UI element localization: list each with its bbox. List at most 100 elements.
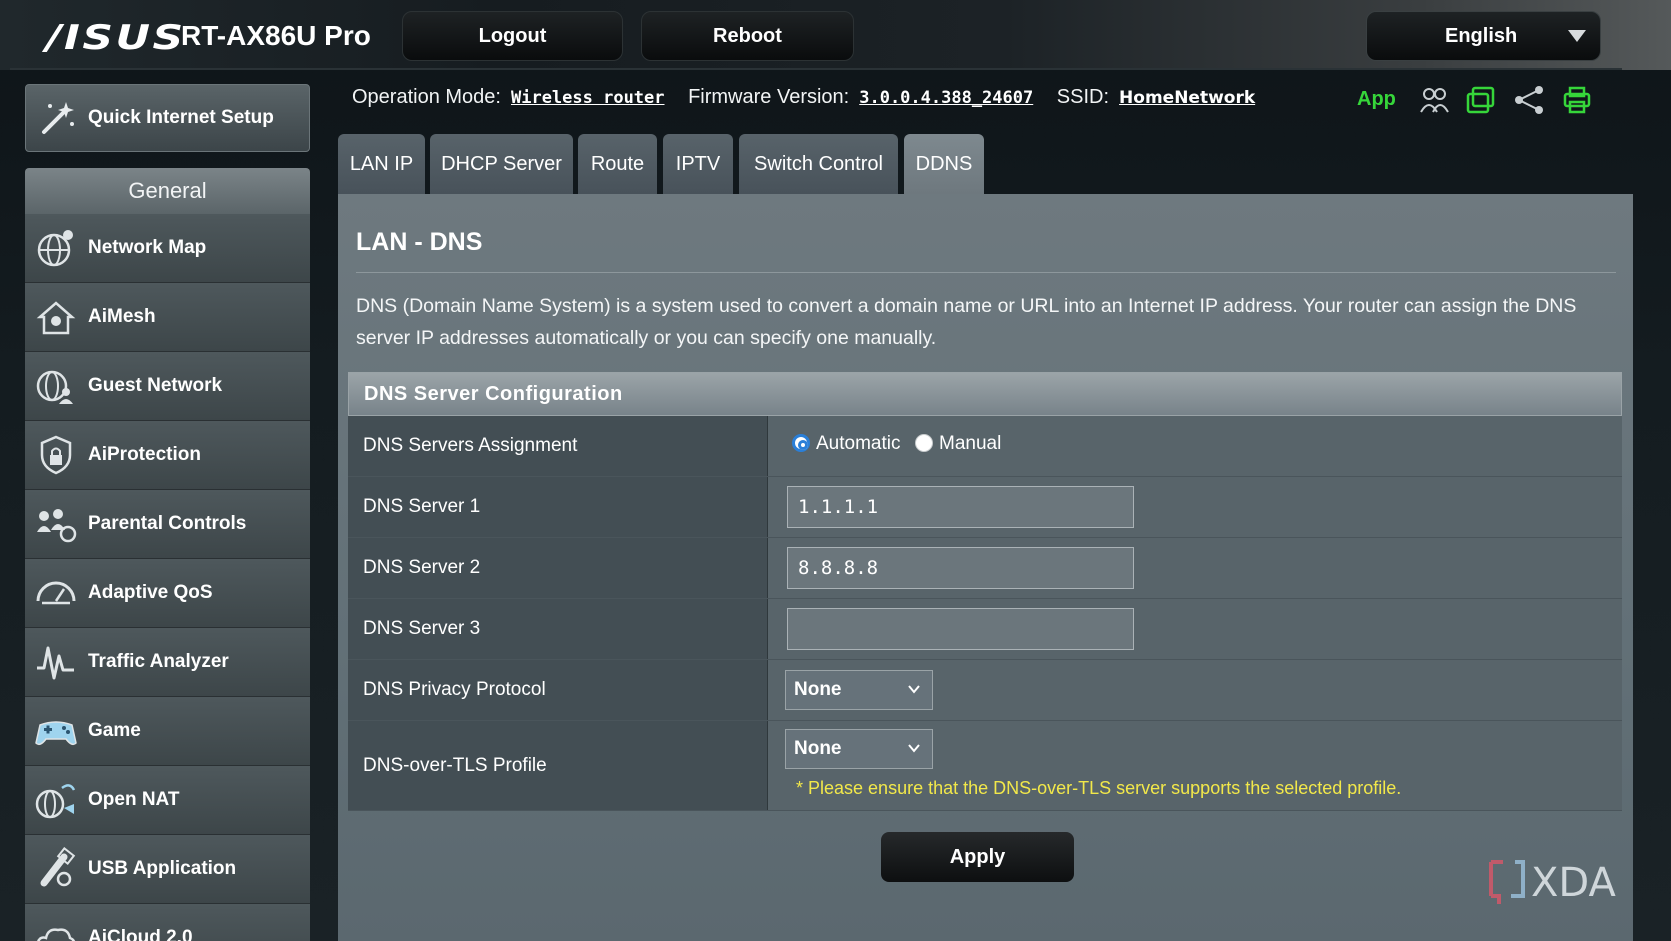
dns-config-table: DNS Server Configuration DNS Servers Ass… [348, 372, 1622, 811]
title-divider [356, 272, 1616, 273]
app-link[interactable]: App [1357, 88, 1396, 111]
sidebar-item-label: AiCloud 2.0 [88, 927, 193, 941]
operation-mode-label: Operation Mode: [352, 86, 501, 108]
tab-switch-control[interactable]: Switch Control [739, 134, 898, 194]
sidebar-menu: Network Map AiMesh Guest Network AiProte… [25, 214, 310, 941]
users-icon[interactable] [1418, 84, 1450, 116]
header-divider [10, 68, 1622, 70]
sidebar-item-aimesh[interactable]: AiMesh [25, 283, 310, 352]
apply-label: Apply [949, 845, 1006, 868]
dns-over-tls-profile-select[interactable]: None [785, 729, 933, 769]
tab-route[interactable]: Route [578, 134, 657, 194]
quick-internet-setup-label: Quick Internet Setup [88, 107, 274, 128]
tab-iptv[interactable]: IPTV [663, 134, 733, 194]
sidebar-item-label: USB Application [88, 858, 237, 879]
dns-server-1-input[interactable]: 1.1.1.1 [787, 486, 1134, 528]
sidebar-item-aicloud[interactable]: AiCloud 2.0 [25, 904, 310, 941]
tab-dhcp-server[interactable]: DHCP Server [430, 134, 573, 194]
dns-server-2-input[interactable]: 8.8.8.8 [787, 547, 1134, 589]
language-label: English [1445, 25, 1518, 47]
ssid-link[interactable]: HomeNetwork [1119, 88, 1255, 108]
sidebar-item-usb-application[interactable]: USB Application [25, 835, 310, 904]
sidebar-item-label: Network Map [88, 237, 207, 258]
dns-server-2-label: DNS Server 2 [348, 538, 768, 598]
table-row: DNS Server 1 1.1.1.1 [348, 477, 1622, 538]
main-panel: LAN - DNS DNS (Domain Name System) is a … [338, 194, 1633, 941]
devices-icon[interactable] [1465, 84, 1497, 116]
family-icon [37, 509, 77, 543]
dns-server-3-input[interactable] [787, 608, 1134, 650]
dns-assignment-field: Automatic Manual [768, 416, 1622, 476]
cloud-icon [37, 928, 76, 941]
dns-privacy-protocol-cell: None [768, 660, 1622, 720]
dns-server-3-cell [768, 599, 1622, 659]
page-description: DNS (Domain Name System) is a system use… [356, 295, 1577, 349]
manual-radio[interactable] [915, 434, 933, 452]
dns-server-1-label: DNS Server 1 [348, 477, 768, 537]
tab-label: LAN IP [349, 152, 414, 175]
router-model: RT-AX86U Pro [181, 20, 371, 51]
sidebar-item-label: Open NAT [88, 789, 180, 810]
tab-lan-ip[interactable]: LAN IP [338, 134, 425, 194]
sidebar-item-label: Game [88, 720, 141, 741]
gamepad-icon [35, 721, 77, 746]
dns-privacy-protocol-select[interactable]: None [785, 670, 933, 710]
sidebar-item-network-map[interactable]: Network Map [25, 214, 310, 283]
tab-label: Switch Control [754, 152, 883, 175]
aimesh-house-icon [36, 301, 76, 335]
table-row: DNS-over-TLS Profile None * Please ensur… [348, 721, 1622, 811]
usb-icon [40, 847, 76, 887]
reboot-label: Reboot [713, 24, 782, 47]
chevron-down-icon [1568, 30, 1586, 42]
quick-internet-setup-button[interactable]: Quick Internet Setup [25, 84, 310, 152]
table-row: DNS Server 2 8.8.8.8 [348, 538, 1622, 599]
sidebar-item-traffic-analyzer[interactable]: Traffic Analyzer [25, 628, 310, 697]
globe-person-icon [36, 370, 73, 404]
reboot-button[interactable]: Reboot [641, 11, 854, 61]
sidebar-item-label: Adaptive QoS [88, 582, 213, 603]
operation-mode-link[interactable]: Wireless router [511, 88, 665, 108]
sidebar-item-open-nat[interactable]: Open NAT [25, 766, 310, 835]
asus-logo: /ISUS [46, 18, 186, 58]
tab-label: DHCP Server [441, 152, 562, 175]
chevron-down-icon [908, 744, 920, 753]
tab-label: DDNS [915, 152, 973, 175]
wand-icon [42, 102, 74, 134]
sidebar-item-adaptive-qos[interactable]: Adaptive QoS [25, 559, 310, 628]
sidebar-item-label: AiMesh [88, 306, 156, 327]
page-title: LAN - DNS [356, 228, 483, 256]
tab-label: IPTV [675, 152, 721, 175]
tab-ddns[interactable]: DDNS [904, 134, 984, 194]
globe-nat-icon [35, 784, 76, 819]
dns-server-2-cell: 8.8.8.8 [768, 538, 1622, 598]
sidebar-item-label: Guest Network [88, 375, 223, 396]
logout-button[interactable]: Logout [402, 11, 623, 61]
dns-over-tls-profile-label: DNS-over-TLS Profile [348, 721, 768, 810]
sidebar-section-general: General [25, 168, 310, 214]
table-row: DNS Server 3 [348, 599, 1622, 660]
printer-icon[interactable] [1561, 84, 1593, 116]
dns-over-tls-profile-cell: None * Please ensure that the DNS-over-T… [768, 721, 1622, 810]
language-select[interactable]: English [1366, 11, 1601, 61]
table-row: DNS Servers Assignment Automatic Manual [348, 416, 1622, 477]
xda-text: XDA [1531, 860, 1617, 904]
sidebar-item-game[interactable]: Game [25, 697, 310, 766]
tab-label: Route [590, 152, 645, 175]
apply-button[interactable]: Apply [881, 832, 1074, 882]
automatic-radio-label[interactable]: Automatic [816, 433, 900, 455]
firmware-label: Firmware Version: [688, 86, 850, 108]
chevron-down-icon [908, 685, 920, 694]
ssid-label: SSID: [1056, 86, 1110, 108]
firmware-link[interactable]: 3.0.0.4.388_24607 [859, 88, 1033, 108]
sidebar-item-aiprotection[interactable]: AiProtection [25, 421, 310, 490]
speedometer-icon [36, 581, 76, 605]
sidebar-item-guest-network[interactable]: Guest Network [25, 352, 310, 421]
sidebar-item-parental-controls[interactable]: Parental Controls [25, 490, 310, 559]
manual-radio-label[interactable]: Manual [939, 433, 1001, 455]
table-row: DNS Privacy Protocol None [348, 660, 1622, 721]
share-icon[interactable] [1513, 84, 1545, 116]
dns-server-3-label: DNS Server 3 [348, 599, 768, 659]
automatic-radio[interactable] [792, 434, 810, 452]
select-value: None [794, 679, 842, 700]
shield-lock-icon [40, 435, 72, 475]
